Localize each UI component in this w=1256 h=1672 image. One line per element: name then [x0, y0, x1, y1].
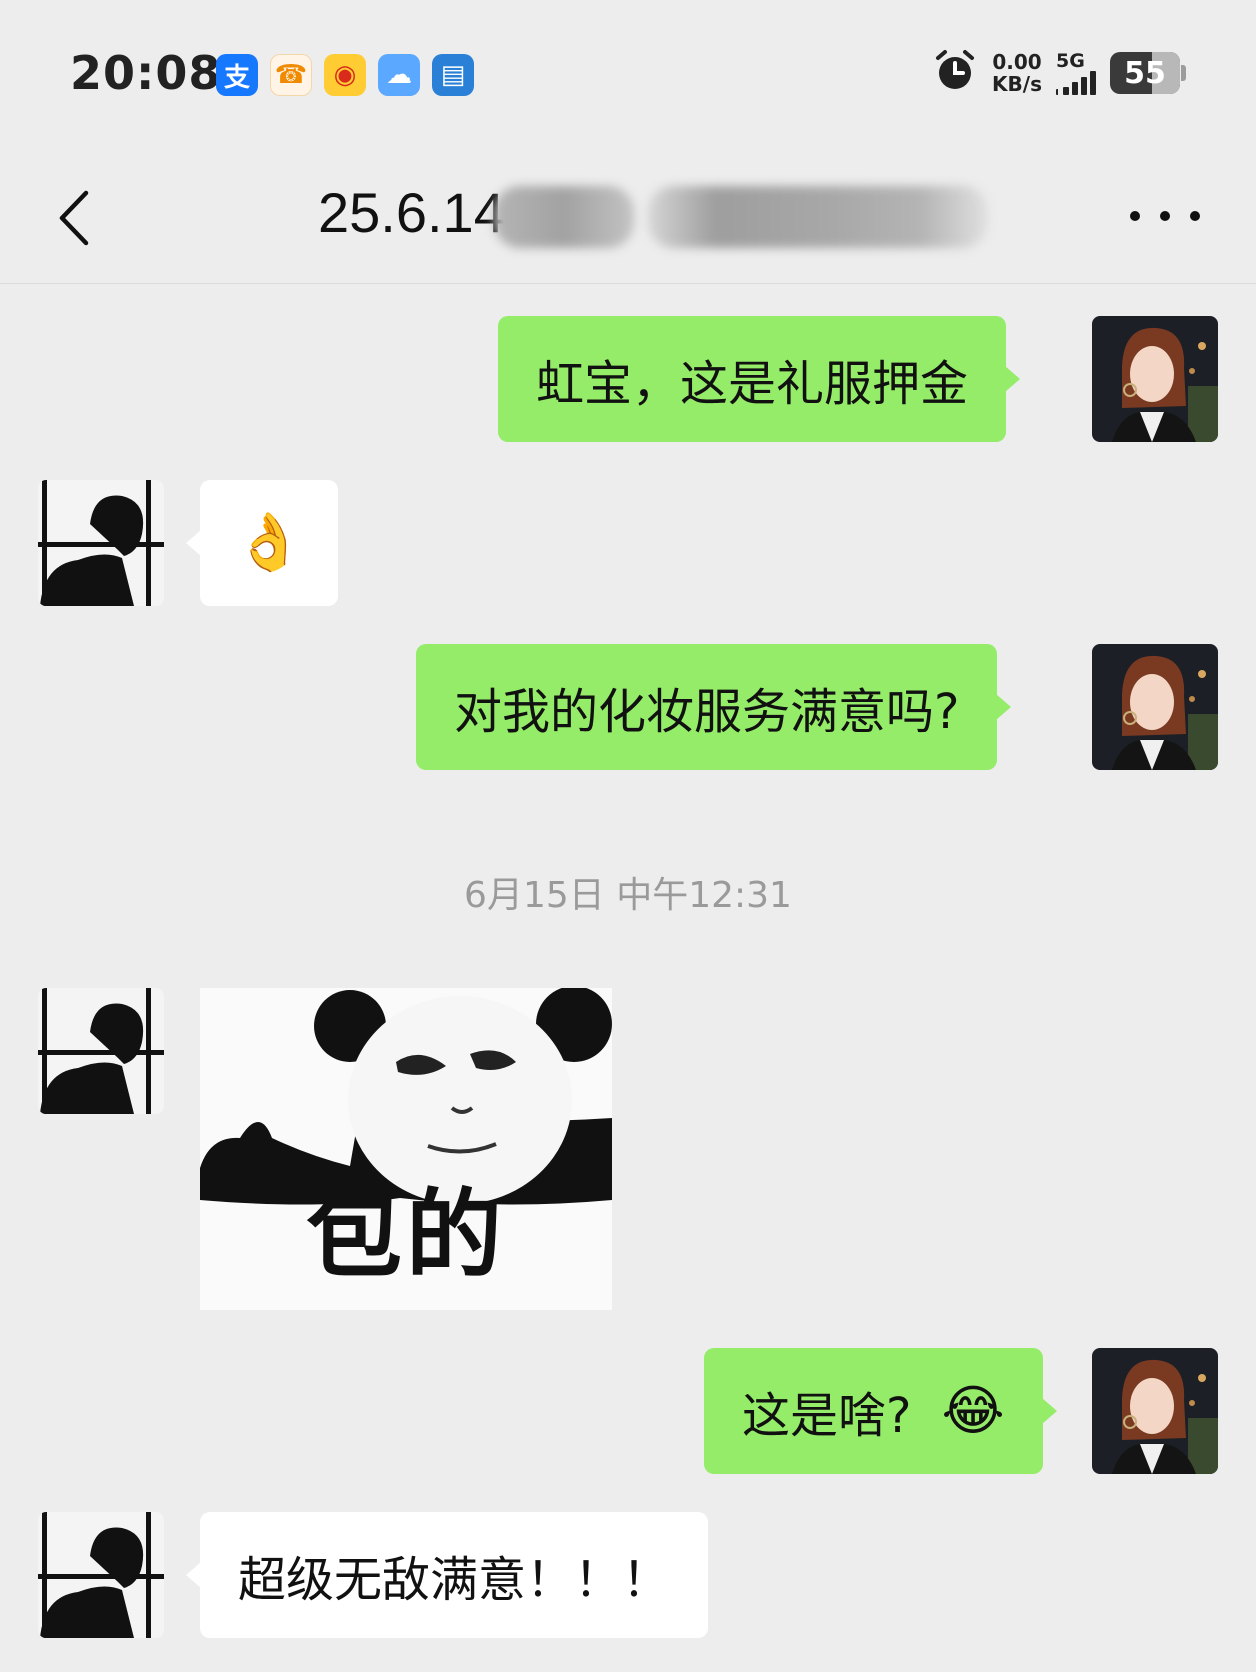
- sent-message-bubble[interactable]: 这是啥? 😂: [704, 1348, 1057, 1474]
- status-time: 20:08: [70, 46, 222, 100]
- sticker-caption: 包的: [306, 1179, 506, 1291]
- my-avatar[interactable]: [1092, 316, 1218, 442]
- net-speed-unit: KB/s: [992, 72, 1042, 96]
- more-dot-icon: [1130, 211, 1140, 221]
- message-timestamp: 6月15日 中午12:31: [464, 875, 792, 916]
- alarm-clock-icon: [932, 48, 978, 98]
- status-bar: 20:08 支 ☎ ◉ ☁ ▤ 0.00 KB/s 5G 55: [0, 0, 1256, 150]
- received-message-bubble[interactable]: 👌: [186, 480, 338, 606]
- philips-app-icon: ▤: [432, 54, 474, 96]
- xiaotiancai-icon: ☎: [270, 54, 312, 96]
- my-avatar[interactable]: [1092, 1348, 1218, 1474]
- battery-icon: 55: [1110, 52, 1186, 94]
- message-text: 虹宝，这是礼服押金: [536, 356, 969, 412]
- net-speed-value: 0.00: [992, 50, 1042, 74]
- alipay-icon: 支: [216, 54, 258, 96]
- weather-icon: ☁: [378, 54, 420, 96]
- chevron-left-icon: [59, 190, 89, 246]
- cellular-signal: 5G: [1056, 51, 1096, 95]
- received-message-bubble[interactable]: 超级无敌满意！！！: [185, 1512, 709, 1638]
- weibo-icon: ◉: [324, 54, 366, 96]
- panda-sticker-image[interactable]: 包的: [200, 988, 612, 1310]
- chat-title: 25.6.14: [318, 181, 505, 244]
- ok-hand-emoji: 👌: [234, 510, 304, 575]
- more-options-button[interactable]: [1130, 188, 1200, 244]
- notification-icons: 支 ☎ ◉ ☁ ▤: [216, 54, 474, 96]
- contact-avatar[interactable]: [38, 480, 164, 606]
- more-dot-icon: [1190, 211, 1200, 221]
- message-text: 这是啥?: [742, 1388, 912, 1444]
- back-button[interactable]: [44, 178, 104, 258]
- redacted-title-part: [494, 186, 634, 248]
- battery-level: 55: [1124, 55, 1166, 91]
- signal-bars-icon: [1056, 71, 1096, 95]
- contact-avatar[interactable]: [38, 1512, 164, 1638]
- message-text: 对我的化妆服务满意吗?: [454, 684, 960, 740]
- network-type-label: 5G: [1056, 50, 1085, 72]
- my-avatar[interactable]: [1092, 644, 1218, 770]
- redacted-title-part: [648, 186, 988, 248]
- sent-message-bubble[interactable]: 虹宝，这是礼服押金: [498, 316, 1021, 442]
- sent-message-bubble[interactable]: 对我的化妆服务满意吗?: [416, 644, 1012, 770]
- system-icons: 0.00 KB/s 5G 55: [932, 48, 1186, 98]
- contact-avatar[interactable]: [38, 988, 164, 1114]
- more-dot-icon: [1160, 211, 1170, 221]
- network-speed: 0.00 KB/s: [992, 51, 1042, 95]
- message-text: 超级无敌满意！！！: [238, 1552, 671, 1608]
- tears-of-joy-emoji: 😂: [941, 1379, 1005, 1442]
- chat-header: 25.6.14: [0, 150, 1256, 284]
